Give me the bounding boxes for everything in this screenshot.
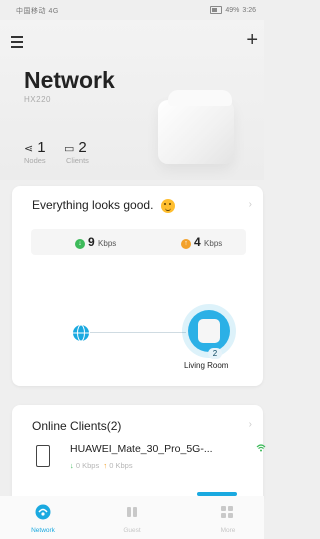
upload-speed: ↑ 4 Kbps [181, 235, 222, 249]
download-speed: ↓ 9 Kbps [75, 235, 116, 249]
client-row[interactable]: HUAWEI_Mate_30_Pro_5G-... ↓ 0 Kbps ↑ 0 K… [32, 439, 266, 479]
wifi-icon [256, 444, 266, 452]
chevron-right-icon: › [248, 199, 252, 210]
mesh-node[interactable] [188, 310, 230, 352]
download-arrow-icon: ↓ [75, 239, 85, 249]
model-text: HX220 [24, 95, 51, 104]
node-label: Living Room [184, 361, 229, 370]
bottom-tab-bar: Network Guest More [0, 496, 264, 539]
network-tab-icon [35, 504, 51, 520]
clients-icon: ▭ [64, 143, 75, 155]
nodes-stat[interactable]: ⋖ 1 [24, 139, 46, 156]
router-icon [198, 319, 220, 343]
client-name: HUAWEI_Mate_30_Pro_5G-... [70, 443, 213, 455]
connection-line [90, 332, 186, 333]
upload-arrow-icon: ↑ [181, 239, 191, 249]
menu-icon[interactable] [11, 36, 25, 48]
smile-icon [160, 198, 175, 213]
clients-label: Clients [66, 156, 89, 165]
online-clients-card[interactable]: Online Clients(2) › HUAWEI_Mate_30_Pro_5… [12, 405, 266, 505]
battery-icon [210, 6, 223, 14]
speed-panel: ↓ 9 Kbps ↑ 4 Kbps [31, 229, 246, 255]
network-header: + Network HX220 ⋖ 1 Nodes ▭ 2 Clients [0, 20, 264, 180]
clients-count: 2 [78, 139, 87, 156]
add-icon[interactable]: + [246, 30, 258, 50]
page-title: Network [24, 67, 115, 93]
more-tab-icon [221, 506, 233, 518]
battery-text: 49% [225, 6, 240, 14]
guest-tab-icon [127, 507, 137, 517]
nodes-icon: ⋖ [24, 143, 34, 155]
time-text: 3:26 [242, 6, 256, 14]
status-bar: 中国移动 4G 49% 3:26 [0, 0, 264, 20]
online-clients-title: Online Clients(2) [32, 419, 122, 433]
clients-stat[interactable]: ▭ 2 [64, 139, 87, 156]
status-card[interactable]: Everything looks good. › ↓ 9 Kbps ↑ 4 Kbps… [12, 186, 263, 386]
status-message: Everything looks good. [32, 198, 154, 212]
node-client-badge: 2 [208, 348, 222, 359]
internet-globe-icon [73, 324, 89, 342]
phone-icon [36, 445, 50, 467]
chevron-right-icon: › [248, 419, 252, 430]
router-image [150, 90, 246, 172]
nodes-count: 1 [37, 139, 46, 156]
nodes-label: Nodes [24, 156, 46, 165]
carrier-text: 中国移动 4G [16, 8, 59, 15]
client-speed: ↓ 0 Kbps ↑ 0 Kbps [70, 461, 133, 470]
